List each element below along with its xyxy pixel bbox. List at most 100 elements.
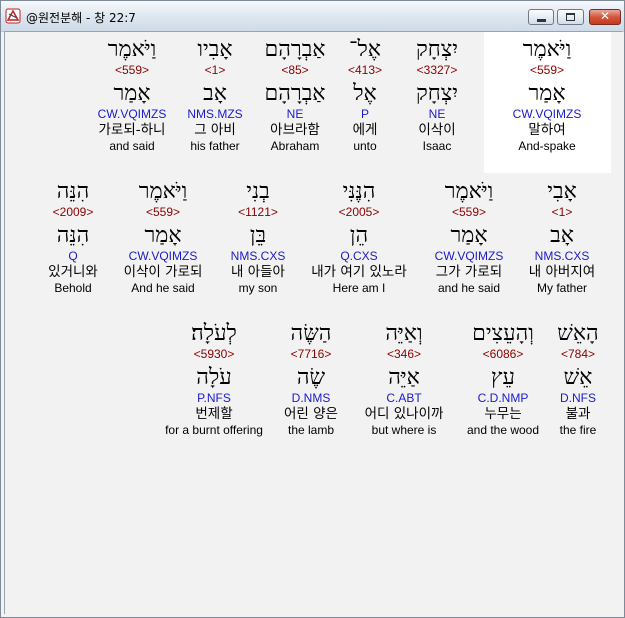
korean-gloss: 그 아비 [194, 122, 236, 138]
word-cell[interactable]: וַיֹּאמֶר <559> אָמַר CW.VQIMZS 가로되-하니 a… [84, 37, 180, 154]
strong-number: <559> [145, 205, 181, 219]
korean-gloss: 누무는 [484, 406, 522, 422]
korean-gloss: 어디 있나이까 [364, 406, 444, 422]
english-gloss: and said [109, 139, 155, 153]
morphology-code: Q.CXS [340, 249, 378, 263]
word-cell[interactable]: הַשֶּׂה <7716> שֶׂה D.NMS 어린 양은 the lamb [263, 321, 359, 438]
word-cell[interactable]: לְעֹלָה׃ <5930> עֹלָה P.NFS 번제할 for a bu… [155, 321, 273, 438]
hebrew-word: וַיֹּאמֶר [522, 37, 572, 62]
lemma: אַיֵּה [388, 365, 420, 390]
english-gloss: his father [190, 139, 240, 153]
morphology-code: Q [68, 249, 78, 263]
morphology-code: CW.VQIMZS [128, 249, 198, 263]
word-cell[interactable]: וְאַיֵּה <346> אַיֵּה C.ABT 어디 있나이까 but … [356, 321, 452, 438]
minimize-icon [537, 19, 546, 22]
hebrew-word: בְנִי [246, 179, 270, 204]
korean-gloss: 내가 여기 있노라 [311, 264, 407, 280]
korean-gloss: 어린 양은 [284, 406, 338, 422]
hebrew-word: הַשֶּׂה [290, 321, 332, 346]
hebrew-word: הִנֵּה [56, 179, 90, 204]
morphology-code: NMS.CXS [534, 249, 590, 263]
korean-gloss: 가로되-하니 [98, 122, 166, 138]
lemma: אָמַר [144, 223, 182, 248]
english-gloss: my son [238, 281, 278, 295]
strong-number: <559> [114, 63, 150, 77]
lemma: אָמַר [113, 81, 151, 106]
english-gloss: for a burnt offering [165, 423, 263, 437]
word-cell[interactable]: הִנֶּנִּי <2005> הֵן Q.CXS 내가 여기 있노라 Her… [311, 179, 407, 296]
lemma: אָב [550, 223, 574, 248]
title-bar[interactable]: @원전분해 - 창 22:7 ✕ [1, 1, 624, 32]
english-gloss: but where is [371, 423, 437, 437]
hebrew-word: אָבִי [547, 179, 577, 204]
strong-number: <559> [529, 63, 565, 77]
hebrew-word: וַיֹּאמֶר [138, 179, 188, 204]
strong-number: <1> [551, 205, 573, 219]
hebrew-word: וַיֹּאמֶר [107, 37, 157, 62]
english-gloss: and he said [437, 281, 501, 295]
minimize-button[interactable] [528, 9, 554, 25]
maximize-icon [566, 13, 575, 21]
korean-gloss: 내 아들아 [231, 264, 285, 280]
word-cell[interactable]: וַיֹּאמֶר <559> אָמַר CW.VQIMZS 그가 가로되 a… [421, 179, 517, 296]
strong-number: <5930> [193, 347, 235, 361]
maximize-button[interactable] [557, 9, 584, 25]
lemma: אָמַר [528, 81, 566, 106]
lemma: אָמַר [450, 223, 488, 248]
hebrew-word: אָבִיו [197, 37, 233, 62]
hebrew-word: וְאַיֵּה [385, 321, 423, 346]
word-cell[interactable]: אָבִיו <1> אָב NMS.MZS 그 아비 his father [167, 37, 263, 154]
word-cell[interactable]: וַיֹּאמֶר <559> אָמַר CW.VQIMZS 말하여 And-… [499, 37, 595, 154]
hebrew-word: וְהָעֵצִים [472, 321, 534, 346]
morphology-code: P.NFS [197, 391, 231, 405]
english-gloss: Here am I [332, 281, 386, 295]
korean-gloss: 이삭이 가로되 [123, 264, 203, 280]
korean-gloss: 번제할 [195, 406, 233, 422]
hebrew-word: לְעֹלָה׃ [191, 321, 237, 346]
english-gloss: the lamb [287, 423, 335, 437]
korean-gloss: 말하여 [528, 122, 566, 138]
morphology-code: D.NMS [291, 391, 331, 405]
lemma: עֹלָה [196, 365, 232, 390]
english-gloss: and the wood [466, 423, 540, 437]
strong-number: <1121> [238, 205, 278, 219]
strong-number: <1> [204, 63, 226, 77]
english-gloss: My father [536, 281, 587, 295]
lemma: הֵן [349, 223, 369, 248]
strong-number: <2009> [52, 205, 94, 219]
strong-number: <2005> [338, 205, 380, 219]
morphology-code: CW.VQIMZS [97, 107, 167, 121]
lemma: הִנֵּה [56, 223, 90, 248]
lemma: עֵץ [491, 365, 515, 390]
english-gloss: And-spake [518, 139, 576, 153]
word-cell[interactable]: הִנֵּה <2009> הִנֵּה Q 있거니와 Behold [25, 179, 121, 296]
korean-gloss: 있거니와 [48, 264, 98, 280]
english-gloss: Behold [54, 281, 92, 295]
app-icon[interactable] [5, 8, 21, 24]
word-cell[interactable]: וְהָעֵצִים <6086> עֵץ C.D.NMP 누무는 and th… [455, 321, 551, 438]
hebrew-word: הִנֶּנִּי [342, 179, 376, 204]
strong-number: <346> [386, 347, 422, 361]
morphology-code: CW.VQIMZS [512, 107, 582, 121]
lemma: שֶׂה [296, 365, 326, 390]
word-cell[interactable]: בְנִי <1121> בֵּן NMS.CXS 내 아들아 my son [210, 179, 306, 296]
strong-number: <7716> [290, 347, 332, 361]
morphology-code: NMS.MZS [187, 107, 243, 121]
window-title: @원전분해 - 창 22:7 [26, 11, 136, 25]
morphology-code: CW.VQIMZS [434, 249, 504, 263]
morphology-code: NMS.CXS [230, 249, 286, 263]
morphology-code: C.ABT [386, 391, 422, 405]
hebrew-word: וַיֹּאמֶר [444, 179, 494, 204]
lemma: אָב [203, 81, 227, 106]
strong-number: <559> [451, 205, 487, 219]
close-icon: ✕ [599, 9, 611, 23]
close-button[interactable]: ✕ [589, 9, 621, 25]
word-cell[interactable]: אָבִי <1> אָב NMS.CXS 내 아버지여 My father [514, 179, 610, 296]
korean-gloss: 내 아버지여 [528, 264, 596, 280]
korean-gloss: 그가 가로되 [435, 264, 503, 280]
word-cell[interactable]: וַיֹּאמֶר <559> אָמַר CW.VQIMZS 이삭이 가로되 … [115, 179, 211, 296]
morphology-code: C.D.NMP [477, 391, 529, 405]
app-window: @원전분해 - 창 22:7 ✕ וַיֹּאמֶר <559> אָמַר C… [0, 0, 625, 618]
english-gloss: And he said [131, 281, 195, 295]
strong-number: <6086> [482, 347, 524, 361]
